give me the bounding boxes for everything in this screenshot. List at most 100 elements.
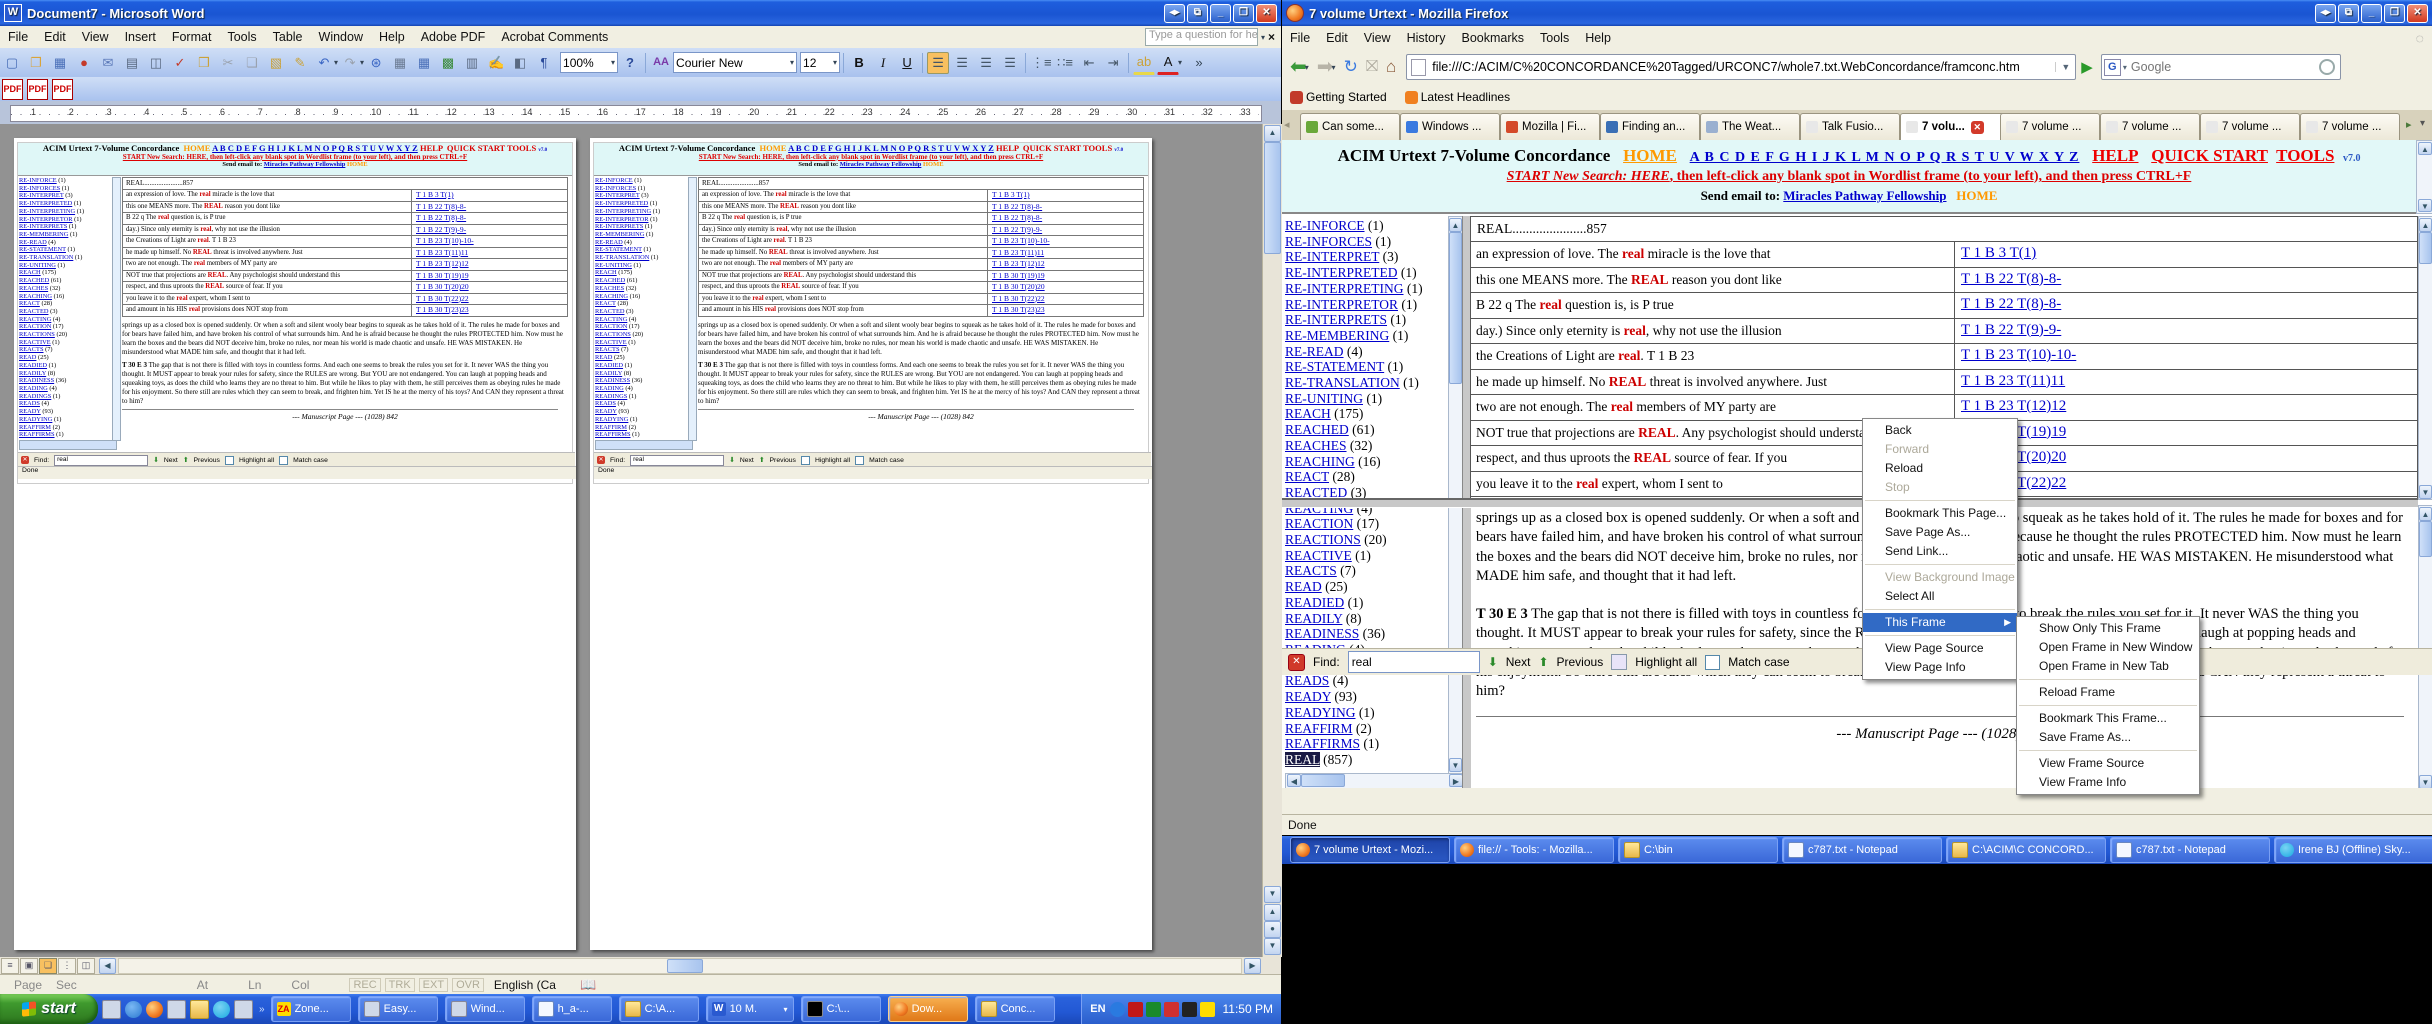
taskbar-button[interactable]: c787.txt - Notepad	[2110, 837, 2270, 863]
bookmark-item[interactable]: Getting Started	[1290, 90, 1387, 104]
forward-dropdown-icon[interactable]: ▾	[1332, 63, 1336, 72]
taskbar-button[interactable]: h_a-...	[532, 996, 612, 1022]
numbered-list-icon[interactable]: ⋮≡	[1030, 52, 1052, 74]
taskbar-button[interactable]: C:\bin	[1618, 837, 1778, 863]
matrix-icon[interactable]	[1146, 1002, 1161, 1017]
highlight-all-button[interactable]: Highlight all	[1635, 655, 1697, 669]
menu-item-save-frame-as-[interactable]: Save Frame As...	[2017, 728, 2199, 747]
ie-icon[interactable]	[125, 1001, 142, 1018]
drawing-icon[interactable]: ✍	[485, 52, 507, 74]
help-link[interactable]: HELP	[2092, 146, 2138, 165]
research-icon[interactable]: ❒	[193, 52, 215, 74]
tab-2[interactable]: Windows ...	[1400, 113, 1500, 140]
tab-scroll-left-icon[interactable]: ◂	[1284, 118, 1290, 131]
dropdown-icon[interactable]: ▾	[334, 58, 338, 67]
save-icon[interactable]: ▦	[49, 52, 71, 74]
paste-icon[interactable]: ▧	[265, 52, 287, 74]
menu-item-bookmark-this-page-[interactable]: Bookmark This Page...	[1863, 504, 2017, 523]
question-help-box[interactable]: Type a question for help	[1145, 28, 1258, 46]
taskbar-button[interactable]: ZA Zone...	[271, 996, 351, 1022]
bullet-list-icon[interactable]: ∷≡	[1054, 52, 1076, 74]
wordlist-item[interactable]: READYING (1)	[1285, 705, 1448, 721]
alphabet-links[interactable]: A B C D E F G H I J K L M N O P Q R S T …	[1690, 150, 2080, 165]
question-dropdown-icon[interactable]: ▾	[1258, 33, 1268, 42]
email-icon[interactable]: ✉	[97, 52, 119, 74]
wordlist-item[interactable]: RE-READ (4)	[1285, 344, 1448, 360]
email-link[interactable]: Miracles Pathway Fellowship	[1783, 188, 1946, 203]
reload-icon[interactable]: ↻	[1344, 54, 1358, 80]
tab-8[interactable]: 7 volume ...	[2000, 113, 2100, 140]
menu-insert[interactable]: Insert	[117, 27, 164, 47]
align-right-icon[interactable]: ☰	[975, 52, 997, 74]
menu-item-view-page-info[interactable]: View Page Info	[1863, 658, 2017, 677]
tab-scroll-right-icon[interactable]: ▸	[2406, 118, 2412, 131]
font-name-combo[interactable]: Courier New▾	[673, 52, 797, 73]
dropdown-icon[interactable]: ▾	[360, 58, 364, 67]
wordlist-item[interactable]: READS (4)	[1285, 673, 1448, 689]
justify-icon[interactable]: ☰	[999, 52, 1021, 74]
search-input[interactable]	[2127, 59, 2319, 75]
spelling-grammar-icon[interactable]: ✓	[169, 52, 191, 74]
menu-item-back[interactable]: Back	[1863, 421, 2017, 440]
insert-hyperlink-icon[interactable]: ⊛	[365, 52, 387, 74]
tab-11[interactable]: 7 volume ...	[2300, 113, 2400, 140]
menu-item-reload[interactable]: Reload	[1863, 459, 2017, 478]
menu-tools[interactable]: Tools	[1532, 28, 1577, 48]
globe-icon[interactable]	[234, 1000, 253, 1019]
permission-icon[interactable]: ●	[73, 52, 95, 74]
menu-edit[interactable]: Edit	[36, 27, 74, 47]
squares-icon[interactable]	[1182, 1002, 1197, 1017]
format-painter-icon[interactable]: ✎	[289, 52, 311, 74]
find-input[interactable]	[1348, 651, 1480, 673]
font-size-combo[interactable]: 12▾	[800, 52, 840, 73]
reference-link[interactable]: T 1 B 23 T(11)11	[1961, 373, 2065, 389]
undo-icon[interactable]: ↶	[313, 52, 335, 74]
menu-window[interactable]: Window	[311, 27, 371, 47]
convert-to-pdf-and-send-icon[interactable]: PDF	[52, 79, 73, 100]
menu-item-view-page-source[interactable]: View Page Source	[1863, 639, 2017, 658]
menu-help[interactable]: Help	[371, 27, 413, 47]
insert-table-icon[interactable]: ▦	[413, 52, 435, 74]
wordlist-item[interactable]: REACTS (7)	[1285, 563, 1448, 579]
menu-table[interactable]: Table	[265, 27, 311, 47]
ultramon-move-icon[interactable]: ◂▸	[2315, 4, 2336, 23]
wordlist-item[interactable]: RE-UNITING (1)	[1285, 391, 1448, 407]
wordlist-item[interactable]: RE-MEMBERING (1)	[1285, 328, 1448, 344]
ultramon-move-icon[interactable]: ◂▸	[1164, 4, 1185, 23]
scroll-left-icon[interactable]: ◀	[99, 958, 116, 974]
wordlist-item[interactable]: RE-INTERPRET (3)	[1285, 249, 1448, 265]
minimize-icon[interactable]: _	[1210, 4, 1231, 23]
search-box[interactable]: G ▾	[2101, 54, 2341, 80]
toolbar-options-icon[interactable]: »	[1188, 52, 1210, 74]
menu-item-select-all[interactable]: Select All	[1863, 587, 2017, 606]
tab-10[interactable]: 7 volume ...	[2200, 113, 2300, 140]
tab-list-icon[interactable]: ▾	[2420, 118, 2425, 129]
stop-icon[interactable]: ⛝	[1366, 54, 1378, 80]
menu-view[interactable]: View	[74, 27, 117, 47]
magnifier-icon[interactable]	[2319, 59, 2335, 75]
increase-indent-icon[interactable]: ⇥	[1102, 52, 1124, 74]
wordlist-item[interactable]: REACTIONS (20)	[1285, 532, 1448, 548]
wordlist-item[interactable]: REACHES (32)	[1285, 438, 1448, 454]
find-previous-button[interactable]: Previous	[1557, 655, 1604, 669]
close-icon[interactable]: ✕	[1256, 4, 1277, 23]
language-bar-icon[interactable]	[1110, 1002, 1125, 1017]
minimize-icon[interactable]: _	[2361, 4, 2382, 23]
menu-item-bookmark-this-frame-[interactable]: Bookmark This Frame...	[2017, 709, 2199, 728]
menu-item-view-frame-info[interactable]: View Frame Info	[2017, 773, 2199, 792]
word-horizontal-scrollbar[interactable]: ≡ ▣ ❏ ⋮ ◫ ◀ ▶	[0, 957, 1281, 974]
wordlist-item[interactable]: REACH (175)	[1285, 406, 1448, 422]
menu-format[interactable]: Format	[164, 27, 220, 47]
ultramon-maximize-icon[interactable]: ⧉	[2338, 4, 2359, 23]
highlight-icon[interactable]: ab	[1133, 51, 1155, 75]
taskbar-button[interactable]: Wind...	[445, 996, 525, 1022]
taskbar-button[interactable]: Conc...	[975, 996, 1055, 1022]
zonealarm-tray-icon[interactable]	[1200, 1002, 1215, 1017]
wordlist-item[interactable]: REACT (28)	[1285, 469, 1448, 485]
reference-link[interactable]: T 1 B 23 T(10)-10-	[1961, 347, 2076, 363]
underline-icon[interactable]: U	[896, 52, 918, 74]
go-icon[interactable]: ▶	[2081, 58, 2093, 76]
tables-borders-icon[interactable]: ▦	[389, 52, 411, 74]
italic-icon[interactable]: I	[872, 52, 894, 74]
url-dropdown-icon[interactable]: ▼	[2055, 62, 2075, 72]
